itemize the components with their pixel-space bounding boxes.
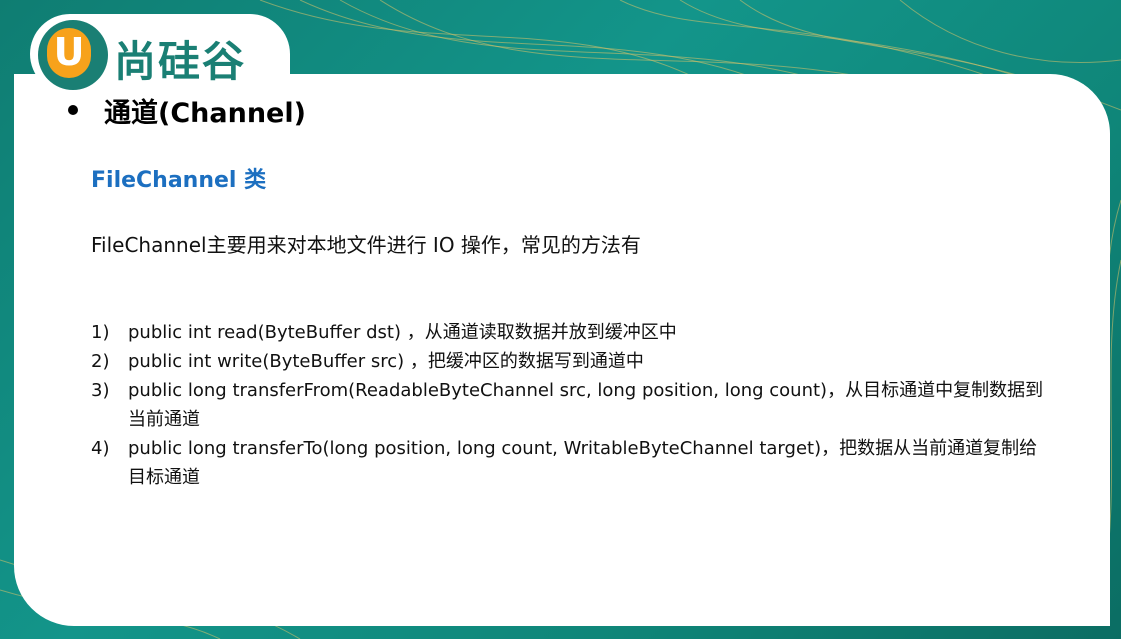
method-text: public long transferFrom(ReadableByteCha… [128,380,1044,430]
bullet-icon [68,105,78,115]
logo-emblem-inner: U [47,28,91,78]
method-number: 3) [91,380,110,401]
method-item: 4) public long transferTo(long position,… [91,434,1051,492]
method-text: public int write(ByteBuffer src) ，把缓冲区的数… [128,351,644,372]
method-number: 4) [91,438,110,459]
slide-background: U 尚硅谷 通道(Channel) FileChannel 类 FileChan… [0,0,1121,639]
method-item: 1) public int read(ByteBuffer dst) ，从通道读… [91,318,1051,347]
method-number: 2) [91,351,110,372]
slide-title: 通道(Channel) [104,97,306,129]
method-item: 2) public int write(ByteBuffer src) ，把缓冲… [91,347,1051,376]
slide-subheading: FileChannel 类 [91,168,267,193]
logo: U 尚硅谷 [30,14,290,94]
logo-brand-name: 尚硅谷 [114,37,247,86]
logo-letter: U [53,30,85,74]
intro-text: FileChannel主要用来对本地文件进行 IO 操作，常见的方法有 [91,233,641,257]
method-item: 3) public long transferFrom(ReadableByte… [91,376,1051,434]
slide-heading-row: 通道(Channel) [68,88,306,132]
method-text: public int read(ByteBuffer dst) ，从通道读取数据… [128,322,677,343]
method-list: 1) public int read(ByteBuffer dst) ，从通道读… [91,318,1051,492]
logo-emblem: U [38,20,108,90]
method-number: 1) [91,322,110,343]
method-text: public long transferTo(long position, lo… [128,438,1038,488]
